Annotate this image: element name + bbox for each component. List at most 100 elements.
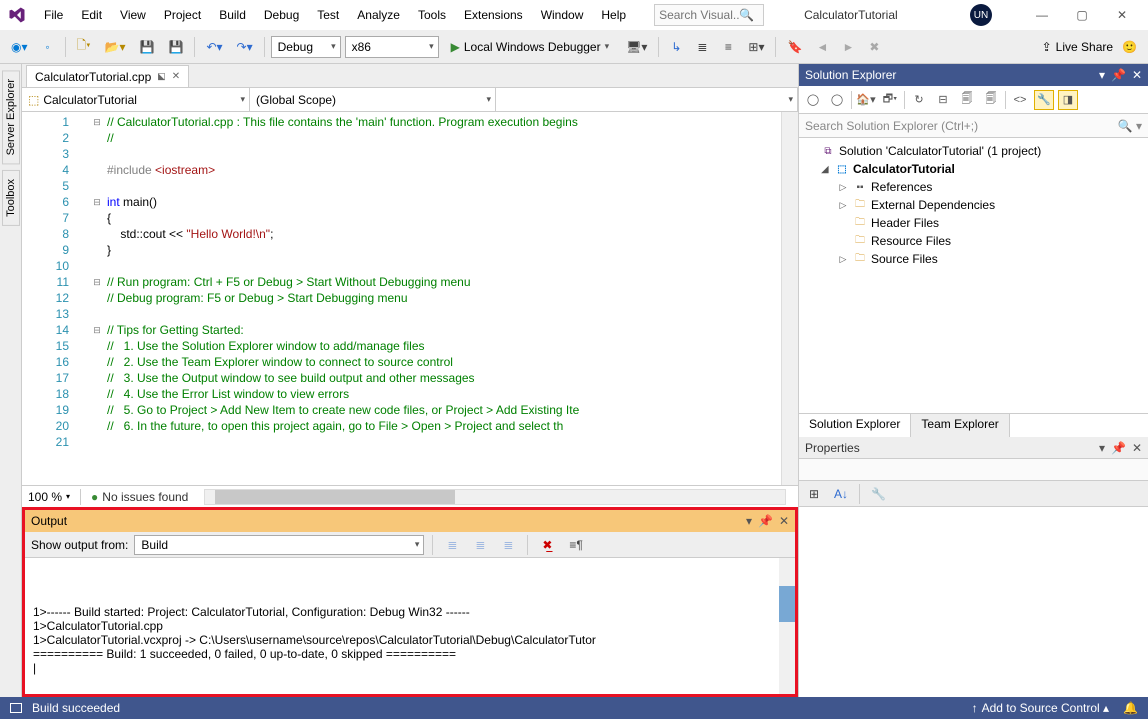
redo-button[interactable]: ↷▾ (232, 35, 258, 59)
back-icon[interactable]: ◯ (803, 90, 823, 110)
menu-edit[interactable]: Edit (73, 4, 110, 26)
solution-node[interactable]: ⧉Solution 'CalculatorTutorial' (1 projec… (801, 142, 1146, 160)
notifications-icon[interactable]: 🔔 (1123, 701, 1138, 715)
nav-fwd-button[interactable]: ◦ (37, 35, 59, 59)
word-wrap-button[interactable]: ≡¶ (564, 533, 587, 557)
toggle-1-button[interactable]: ≣ (691, 35, 713, 59)
maximize-button[interactable]: ▢ (1062, 3, 1102, 27)
goto-prev-button[interactable]: ≣ (441, 533, 463, 557)
menu-analyze[interactable]: Analyze (349, 4, 408, 26)
menu-help[interactable]: Help (593, 4, 634, 26)
show-all-icon[interactable]: 🗐 (957, 90, 977, 110)
resource-files-node[interactable]: 🗀Resource Files (801, 232, 1146, 250)
tab-team-explorer[interactable]: Team Explorer (911, 414, 1009, 437)
menu-project[interactable]: Project (156, 4, 209, 26)
alphabetical-icon[interactable]: A↓ (829, 482, 853, 506)
categorized-icon[interactable]: ⊞ (803, 482, 825, 506)
menu-file[interactable]: File (36, 4, 71, 26)
debug-target-button[interactable]: 🖥▾ (621, 35, 652, 59)
fwd-icon[interactable]: ◯ (827, 90, 847, 110)
editor-vertical-scrollbar[interactable] (781, 112, 798, 485)
doc-tab-calculatortutorial[interactable]: CalculatorTutorial.cpp ⬕ ✕ (26, 65, 189, 87)
minimize-button[interactable]: — (1022, 3, 1062, 27)
editor-horizontal-scrollbar[interactable] (204, 489, 786, 505)
bookmark-clear-button[interactable]: ✖ (863, 35, 885, 59)
pin-icon[interactable]: 📌 (758, 514, 773, 528)
toggle-3-button[interactable]: ⊞▾ (743, 35, 769, 59)
toggle-2-button[interactable]: ≡ (717, 35, 739, 59)
pin-icon[interactable]: 📌 (1111, 441, 1126, 455)
close-icon[interactable]: ✕ (1132, 441, 1142, 455)
pin-icon[interactable]: 📌 (1111, 68, 1126, 82)
menu-extensions[interactable]: Extensions (456, 4, 531, 26)
nav-member-combo[interactable] (496, 88, 798, 111)
quick-launch[interactable]: 🔍 (654, 4, 764, 26)
code-content[interactable]: ⊟// CalculatorTutorial.cpp : This file c… (87, 112, 781, 485)
undo-button[interactable]: ↶▾ (201, 35, 227, 59)
property-pages-icon[interactable]: 🔧 (866, 482, 891, 506)
window-position-icon[interactable]: ▾ (1099, 441, 1105, 455)
user-avatar[interactable]: UN (970, 4, 992, 26)
menu-debug[interactable]: Debug (256, 4, 307, 26)
switch-view-icon[interactable]: 🗗▾ (880, 90, 900, 110)
add-source-control-button[interactable]: ↑Add to Source Control ▴ (972, 701, 1109, 715)
quick-launch-input[interactable] (659, 8, 739, 22)
goto-next-button[interactable]: ≣ (469, 533, 491, 557)
properties-title: Properties (805, 441, 1099, 455)
search-placeholder: Search Solution Explorer (Ctrl+;) (805, 119, 978, 133)
solution-explorer-search[interactable]: Search Solution Explorer (Ctrl+;) 🔍 ▾ (799, 114, 1148, 138)
step-button[interactable]: ↳ (665, 35, 687, 59)
wrench-icon[interactable]: 🔧 (1034, 90, 1054, 110)
close-icon[interactable]: ✕ (779, 514, 789, 528)
menu-tools[interactable]: Tools (410, 4, 454, 26)
feedback-button[interactable]: 🙂 (1117, 35, 1142, 59)
sync-icon[interactable]: ↻ (909, 90, 929, 110)
menu-window[interactable]: Window (533, 4, 592, 26)
output-source-combo[interactable]: Build (134, 535, 424, 555)
bookmark-next-button[interactable]: ► (837, 35, 859, 59)
output-text[interactable]: 1>------ Build started: Project: Calcula… (25, 558, 795, 694)
code-editor[interactable]: 123456789101112131415161718192021 ⊟// Ca… (22, 112, 798, 485)
live-share-button[interactable]: ⇪ Live Share (1042, 40, 1113, 54)
platform-combo[interactable]: x86 (345, 36, 439, 58)
view-code-icon[interactable]: <> (1010, 90, 1030, 110)
server-explorer-tab[interactable]: Server Explorer (2, 70, 20, 164)
properties-icon[interactable]: 🗐 (981, 90, 1001, 110)
goto-msg-button[interactable]: ≣ (497, 533, 519, 557)
window-position-icon[interactable]: ▾ (746, 514, 752, 528)
filter-icon[interactable]: ◨ (1058, 90, 1078, 110)
menu-test[interactable]: Test (309, 4, 347, 26)
nav-scope-combo[interactable]: (Global Scope) (250, 88, 496, 111)
new-project-button[interactable]: 🗋▾ (72, 35, 96, 59)
nav-back-button[interactable]: ◉▾ (6, 35, 33, 59)
start-debugging-button[interactable]: ▶ Local Windows Debugger ▾ (443, 35, 618, 59)
tab-solution-explorer[interactable]: Solution Explorer (799, 414, 911, 437)
close-icon[interactable]: ✕ (172, 71, 180, 82)
source-files-node[interactable]: ▷🗀Source Files (801, 250, 1146, 268)
close-button[interactable]: ✕ (1102, 3, 1142, 27)
output-vertical-scrollbar[interactable] (779, 558, 795, 694)
issues-indicator[interactable]: ●No issues found (91, 490, 188, 504)
menu-build[interactable]: Build (211, 4, 254, 26)
close-icon[interactable]: ✕ (1132, 68, 1142, 82)
pin-icon[interactable]: ⬕ (157, 71, 166, 82)
header-files-node[interactable]: 🗀Header Files (801, 214, 1146, 232)
bookmark-prev-button[interactable]: ◄ (811, 35, 833, 59)
references-node[interactable]: ▷▪▪References (801, 178, 1146, 196)
save-all-button[interactable]: 💾 (164, 35, 189, 59)
properties-object-combo[interactable] (799, 459, 1148, 481)
save-button[interactable]: 💾 (135, 35, 160, 59)
project-node[interactable]: ◢⬚CalculatorTutorial (801, 160, 1146, 178)
toolbox-tab[interactable]: Toolbox (2, 170, 20, 226)
config-combo[interactable]: Debug (271, 36, 341, 58)
bookmark-button[interactable]: 🔖 (782, 35, 807, 59)
menu-view[interactable]: View (112, 4, 154, 26)
collapse-icon[interactable]: ⊟ (933, 90, 953, 110)
window-position-icon[interactable]: ▾ (1099, 68, 1105, 82)
clear-button[interactable]: ✖̲ (536, 533, 558, 557)
external-deps-node[interactable]: ▷🗀External Dependencies (801, 196, 1146, 214)
home-icon[interactable]: 🏠▾ (856, 90, 876, 110)
zoom-combo[interactable]: 100 %▾ (28, 490, 70, 504)
nav-project-combo[interactable]: ⬚ CalculatorTutorial (22, 88, 250, 111)
open-button[interactable]: 📂▾ (100, 35, 131, 59)
